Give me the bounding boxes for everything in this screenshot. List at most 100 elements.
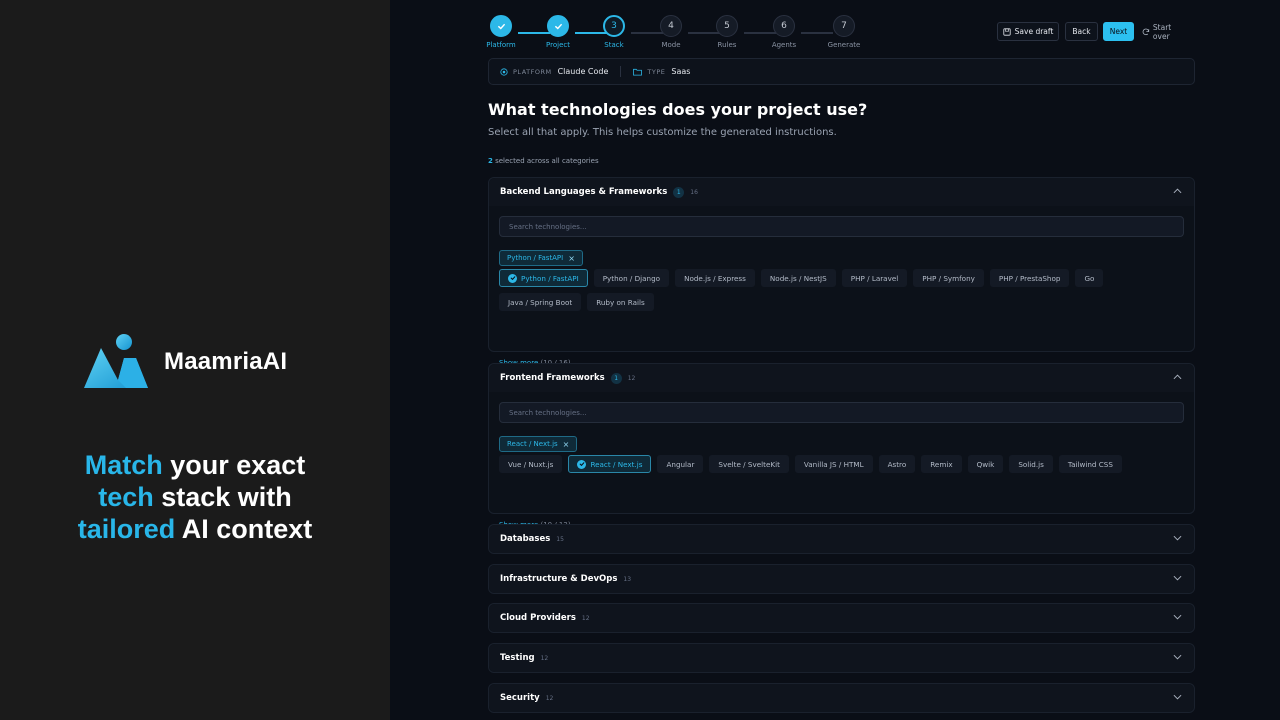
step-label: Stack (604, 41, 624, 49)
tech-chip-label: PHP / PrestaShop (998, 273, 1061, 283)
search-input[interactable] (509, 408, 1183, 417)
tech-chip[interactable]: Qwik (967, 455, 1004, 473)
start-over-button[interactable]: Start over (1142, 22, 1190, 41)
selected-tag[interactable]: Python / FastAPI × (499, 250, 583, 266)
step-generate[interactable]: 7 Generate (819, 15, 869, 49)
category-infrastructure[interactable]: Infrastructure & DevOps 13 (488, 564, 1195, 594)
tagline-highlight: Match (84, 450, 163, 480)
category-header[interactable]: Frontend Frameworks 1 12 (489, 364, 1194, 392)
chevron-down-icon[interactable] (1173, 575, 1182, 581)
tech-chip[interactable]: Go (1075, 269, 1104, 287)
category-cloud-providers[interactable]: Cloud Providers 12 (488, 603, 1195, 633)
tech-chip-label: React / Next.js (590, 459, 643, 469)
category-body: React / Next.js × Vue / Nuxt.js React / Ne… (489, 392, 1194, 529)
selected-tag-label: Python / FastAPI (507, 254, 564, 262)
tech-chip-label: Python / Django (602, 273, 661, 283)
tech-chip[interactable]: Solid.js (1009, 455, 1053, 473)
chip-list: Vue / Nuxt.js React / Next.js Angular Svelt… (499, 455, 1184, 473)
step-agents[interactable]: 6 Agents (759, 15, 809, 49)
wizard-stepper: Platform Project 3 Stack 4 Mode 5 Rules … (486, 15, 869, 51)
tech-chip[interactable]: Java / Spring Boot (499, 293, 582, 311)
tech-chip-label: Tailwind CSS (1067, 459, 1113, 469)
tech-chip[interactable]: Svelte / SvelteKit (709, 455, 789, 473)
step-rules[interactable]: 5 Rules (702, 15, 752, 49)
tech-chip-label: Svelte / SvelteKit (718, 459, 780, 469)
tech-chip[interactable]: Remix (921, 455, 962, 473)
tech-chip[interactable]: Angular (657, 455, 704, 473)
divider (620, 66, 622, 77)
step-mode[interactable]: 4 Mode (646, 15, 696, 49)
category-title: Frontend Frameworks (500, 373, 605, 383)
refresh-icon (1142, 28, 1150, 35)
category-header[interactable]: Databases 15 (489, 525, 1194, 553)
total-count: 12 (545, 694, 554, 702)
tech-chip-label: Solid.js (1018, 459, 1044, 469)
promo-panel: MaamriaAI Match your exact tech stack wi… (0, 0, 390, 720)
type-key: TYPE (647, 67, 666, 76)
wizard-app: Platform Project 3 Stack 4 Mode 5 Rules … (390, 0, 1280, 720)
selected-tags: Python / FastAPI × (499, 245, 1184, 266)
search-field[interactable] (499, 216, 1184, 237)
step-stack[interactable]: 3 Stack (589, 15, 639, 49)
category-testing[interactable]: Testing 12 (488, 643, 1195, 673)
selected-tags: React / Next.js × (499, 431, 1184, 452)
step-label: Mode (661, 41, 681, 49)
chevron-down-icon[interactable] (1173, 694, 1182, 700)
chevron-up-icon[interactable] (1173, 374, 1182, 380)
tech-chip[interactable]: Vue / Nuxt.js (499, 455, 563, 473)
check-icon (490, 15, 512, 37)
tech-chip-label: Node.js / NestJS (769, 273, 827, 283)
tech-chip[interactable]: Node.js / NestJS (760, 269, 836, 287)
category-title: Cloud Providers (500, 613, 576, 623)
total-count: 12 (540, 654, 549, 662)
category-security[interactable]: Security 12 (488, 683, 1195, 713)
total-count: 15 (556, 535, 564, 543)
selected-tag[interactable]: React / Next.js × (499, 436, 578, 452)
remove-icon[interactable]: × (568, 254, 575, 263)
tech-chip[interactable]: Node.js / Express (675, 269, 755, 287)
tech-chip[interactable]: PHP / Symfony (913, 269, 984, 287)
step-platform[interactable]: Platform (476, 15, 526, 49)
step-number: 3 (603, 15, 625, 37)
screen: MaamriaAI Match your exact tech stack wi… (0, 0, 1280, 720)
total-count: 13 (623, 575, 632, 583)
tech-chip[interactable]: Python / FastAPI (499, 269, 588, 287)
step-label: Project (546, 41, 570, 49)
chevron-up-icon[interactable] (1173, 188, 1182, 194)
step-project[interactable]: Project (533, 15, 583, 49)
remove-icon[interactable]: × (563, 440, 570, 449)
category-title: Infrastructure & DevOps (500, 574, 618, 584)
next-button[interactable]: Next (1103, 22, 1134, 41)
tech-chip-label: Java / Spring Boot (508, 297, 573, 307)
tagline-highlight: tech (98, 482, 154, 512)
brand-logo: MaamriaAI (84, 334, 287, 389)
category-header[interactable]: Security 12 (489, 684, 1194, 712)
back-button[interactable]: Back (1065, 22, 1098, 41)
search-field[interactable] (499, 402, 1184, 423)
chevron-down-icon[interactable] (1173, 614, 1182, 620)
category-header[interactable]: Testing 12 (489, 644, 1194, 672)
step-label: Platform (486, 41, 516, 49)
tech-chip[interactable]: PHP / PrestaShop (989, 269, 1070, 287)
save-draft-button[interactable]: Save draft (997, 22, 1059, 41)
tech-chip[interactable]: Python / Django (593, 269, 670, 287)
category-header[interactable]: Cloud Providers 12 (489, 604, 1194, 632)
chevron-down-icon[interactable] (1173, 654, 1182, 660)
tagline-highlight: tailored (77, 514, 176, 544)
category-header[interactable]: Infrastructure & DevOps 13 (489, 565, 1194, 593)
step-number: 4 (660, 15, 682, 37)
brand-name: MaamriaAI (164, 347, 288, 375)
tech-chip[interactable]: Astro (878, 455, 916, 473)
tech-chip[interactable]: React / Next.js (568, 455, 652, 473)
step-number: 6 (773, 15, 795, 37)
tech-chip[interactable]: Ruby on Rails (587, 293, 654, 311)
category-header[interactable]: Backend Languages & Frameworks 1 16 (489, 178, 1194, 206)
tech-chip[interactable]: Tailwind CSS (1058, 455, 1122, 473)
save-draft-label: Save draft (1014, 27, 1054, 36)
tech-chip[interactable]: PHP / Laravel (841, 269, 908, 287)
category-databases[interactable]: Databases 15 (488, 524, 1195, 554)
tech-chip[interactable]: Vanilla JS / HTML (794, 455, 873, 473)
search-input[interactable] (509, 222, 1183, 231)
tech-chip-label: Qwik (976, 459, 995, 469)
chevron-down-icon[interactable] (1173, 535, 1182, 541)
